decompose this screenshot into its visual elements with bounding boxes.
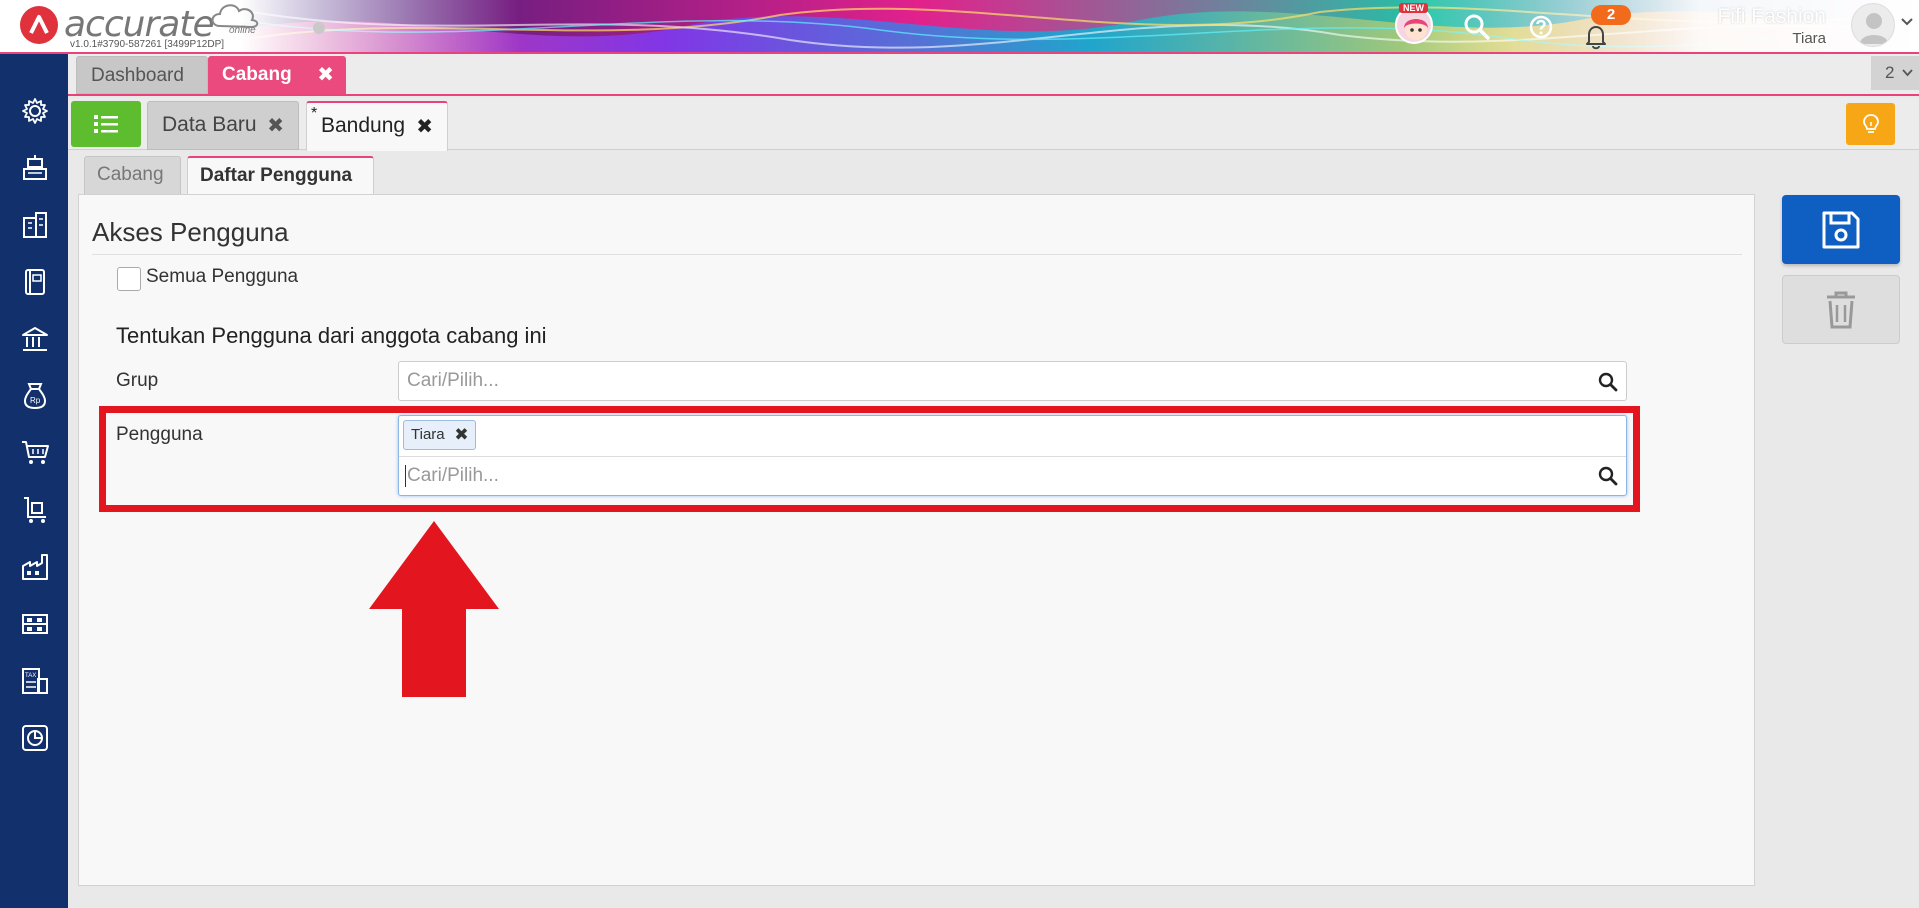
form-panel: Akses Pengguna Semua Pengguna Tentukan P… [78,194,1755,886]
company-icon[interactable] [18,208,52,242]
new-badge: NEW [1399,3,1428,13]
current-user-name[interactable]: Tiara [1792,30,1826,47]
inventory-icon[interactable] [18,607,52,641]
tab-cabang-label: Cabang [222,64,292,85]
svg-text:Rp: Rp [30,396,41,405]
modified-indicator: * [311,105,318,122]
close-icon[interactable]: ✖ [267,103,284,149]
settings-icon[interactable] [18,94,52,128]
tab-bandung[interactable]: * Bandung ✖ [306,101,448,151]
all-users-checkbox[interactable] [117,267,141,291]
lightbulb-icon [1862,114,1879,133]
section-title: Akses Pengguna [92,217,289,247]
section-divider [92,254,1742,255]
open-tabs-dropdown[interactable]: 2 [1871,56,1919,90]
arrow-up-icon [369,521,499,697]
subtab-daftar-pengguna-label: Daftar Pengguna [200,165,353,186]
user-selection-heading: Tentukan Pengguna dari anggota cabang in… [116,323,547,348]
tab-dashboard[interactable]: Dashboard [76,56,208,94]
subtab-cabang-label: Cabang [97,164,164,185]
list-icon [94,115,118,133]
shopping-cart-icon[interactable] [18,436,52,470]
tax-icon[interactable]: TAX [18,664,52,698]
search-icon[interactable] [1462,12,1492,42]
bell-icon[interactable] [1582,22,1610,50]
logo-subtitle: online [229,25,256,36]
trash-icon [1827,291,1855,328]
close-icon[interactable]: ✖ [317,56,334,94]
accurate-logo-icon [20,5,58,44]
chevron-down-icon[interactable] [1900,17,1914,27]
delivery-cart-icon[interactable] [18,493,52,527]
cash-register-icon[interactable] [18,151,52,185]
search-icon[interactable] [1598,372,1618,392]
sidebar: Rp TAX [0,54,68,908]
tab-cabang[interactable]: Cabang ✖ [208,56,346,94]
report-chart-icon[interactable] [18,721,52,755]
subtab-cabang[interactable]: Cabang [84,156,181,195]
company-name[interactable]: Fifi Fashion [1717,5,1826,29]
module-tab-bar: Dashboard Cabang ✖ 2 [68,54,1919,96]
tab-bandung-label: Bandung [321,114,406,137]
tab-dashboard-label: Dashboard [91,65,184,86]
chevron-down-icon [1902,69,1913,77]
group-search-input[interactable]: Cari/Pilih... [398,361,1627,401]
open-tabs-count: 2 [1885,63,1895,82]
subtab-daftar-pengguna[interactable]: Daftar Pengguna [187,156,374,196]
bank-icon[interactable] [18,322,52,356]
floppy-disk-icon [1822,211,1860,248]
delete-button[interactable] [1782,275,1900,344]
ledger-book-icon[interactable] [18,265,52,299]
tab-data-baru[interactable]: Data Baru ✖ [147,101,299,150]
tips-button[interactable] [1846,103,1895,145]
all-users-label[interactable]: Semua Pengguna [146,266,298,288]
tab-data-baru-label: Data Baru [162,113,257,136]
user-avatar[interactable] [1851,3,1895,47]
status-dot [313,22,325,34]
group-placeholder: Cari/Pilih... [407,370,499,391]
list-view-button[interactable] [71,101,141,147]
factory-icon[interactable] [18,550,52,584]
money-bag-icon[interactable]: Rp [18,379,52,413]
svg-text:TAX: TAX [25,673,36,679]
save-button[interactable] [1782,195,1900,264]
highlight-box [99,406,1640,512]
document-tab-bar: Data Baru ✖ * Bandung ✖ [68,98,1919,151]
close-icon[interactable]: ✖ [416,104,433,150]
help-icon[interactable] [1526,12,1556,42]
version-text: v1.0.1#3790-587261 [3499P12DP] [70,39,225,50]
top-bar: accurate online v1.0.1#3790-587261 [3499… [0,0,1919,54]
group-label: Grup [116,370,159,391]
